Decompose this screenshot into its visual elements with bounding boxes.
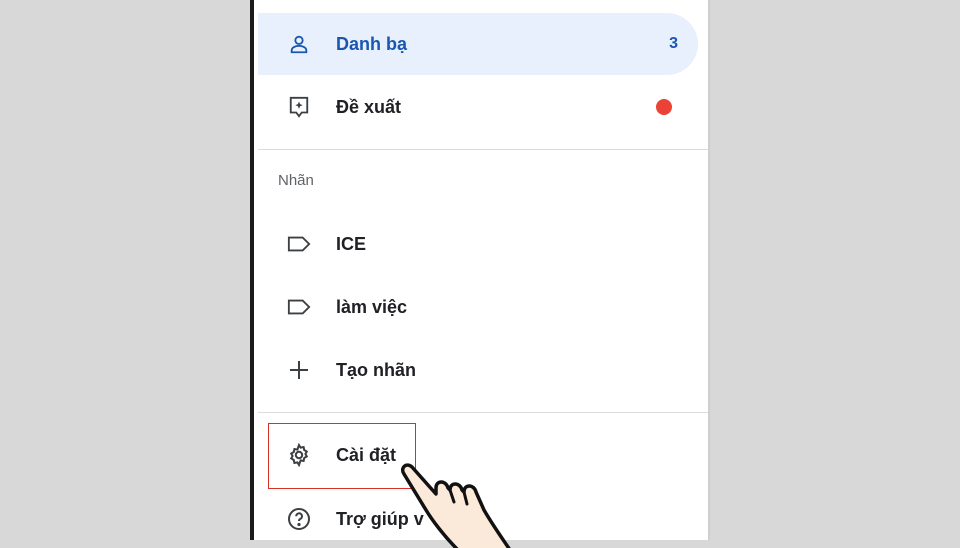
label-icon xyxy=(286,294,312,320)
notification-dot xyxy=(656,99,672,115)
suggestion-icon xyxy=(286,94,312,120)
help-icon xyxy=(286,506,312,532)
suggestions-label: Đề xuất xyxy=(336,96,402,117)
drawer-item-label-work[interactable]: làm việc xyxy=(258,276,698,338)
create-label-text: Tạo nhãn xyxy=(336,359,416,380)
label-icon xyxy=(286,231,312,257)
label-ice-text: ICE xyxy=(336,233,367,254)
drawer-item-create-label[interactable]: Tạo nhãn xyxy=(258,339,698,401)
plus-icon xyxy=(286,357,312,383)
contacts-count: 3 xyxy=(669,35,678,52)
drawer-item-contacts[interactable]: Danh bạ 3 xyxy=(258,13,698,75)
drawer-item-label-ice[interactable]: ICE xyxy=(258,213,698,275)
divider xyxy=(258,149,710,150)
label-work-text: làm việc xyxy=(336,296,408,317)
phone-edge xyxy=(708,0,710,540)
contacts-label: Danh bạ xyxy=(336,33,408,54)
divider xyxy=(258,412,710,413)
person-icon xyxy=(286,31,312,57)
drawer-item-suggestions[interactable]: Đề xuất xyxy=(258,76,698,138)
pointing-hand-icon xyxy=(400,463,511,548)
labels-section-header: Nhãn xyxy=(278,172,314,189)
